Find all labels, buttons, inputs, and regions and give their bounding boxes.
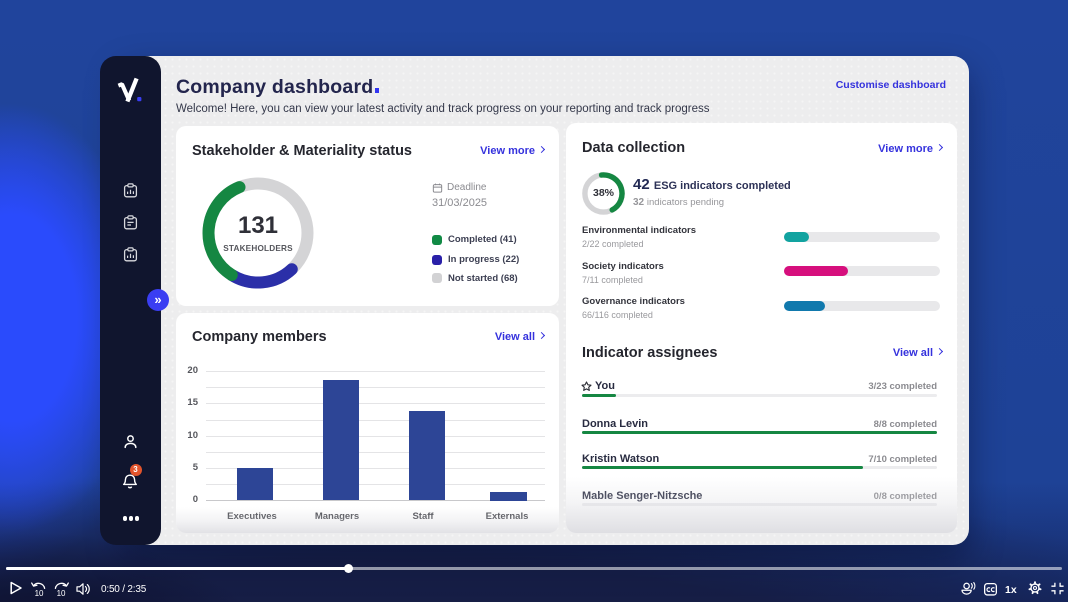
svg-text:10: 10	[57, 589, 66, 597]
svg-text:10: 10	[35, 589, 44, 597]
